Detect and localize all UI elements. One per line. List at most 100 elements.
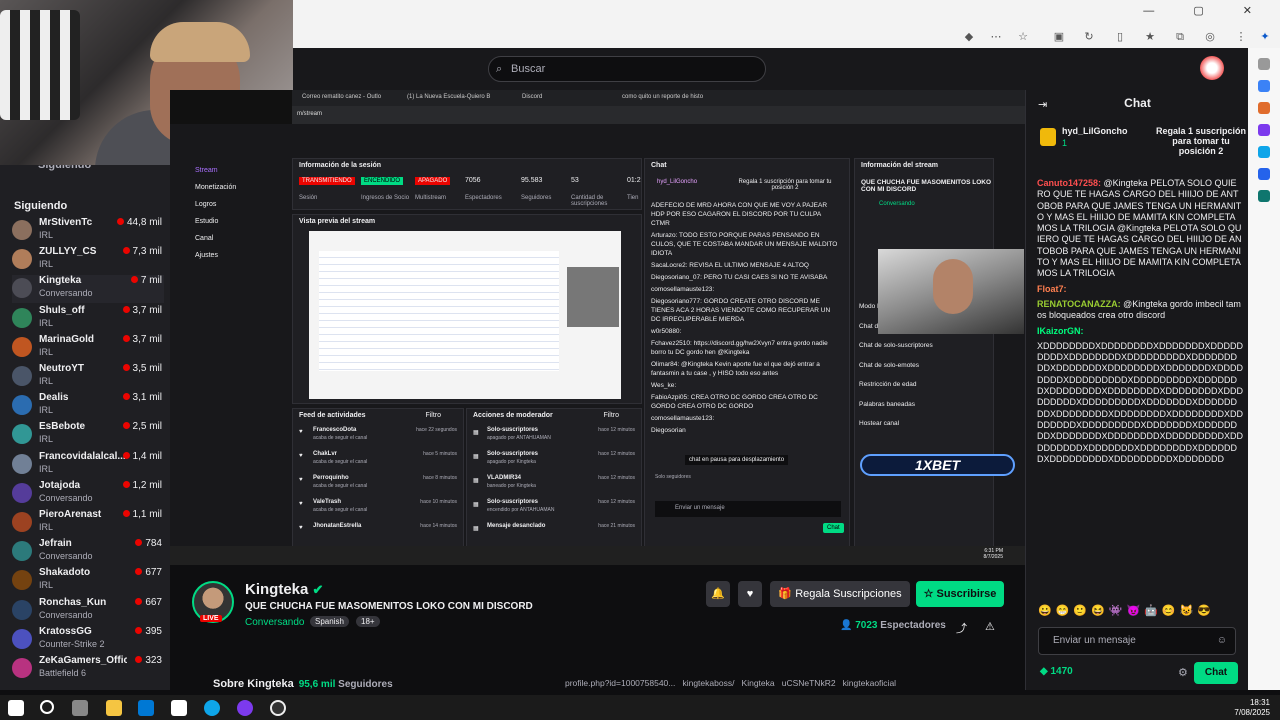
mod-filter[interactable]: Filtro [603,412,619,419]
store-icon[interactable] [138,700,154,716]
about-heading: Sobre Kingteka 95,6 mil Seguidores [213,678,393,690]
sidebar-channel[interactable]: MarinaGold IRL 3,7 mil [12,334,164,362]
sidebar-channel[interactable]: NeutroYT IRL 3,5 mil [12,363,164,391]
sidebar-channel[interactable]: Shakadoto IRL 677 [12,567,164,595]
youtube-link[interactable]: Kingteka [742,678,775,688]
instagram-link[interactable]: kingtekaboss/ [682,678,734,688]
share-icon[interactable]: ⤴ [956,620,967,636]
user-avatar[interactable] [1200,56,1224,80]
copilot-icon[interactable]: ◎ [1203,30,1217,44]
channel-points[interactable]: ◆ 1470 [1040,666,1073,677]
more-icon[interactable]: ⋯ [989,30,1003,44]
tag-language[interactable]: Spanish [310,616,349,627]
tiktok-link[interactable]: kingtekaoficial [843,678,896,688]
favorites-icon[interactable]: ★ [1143,30,1157,44]
mod-action-item[interactable]: ▦ VLADMIR34 baneado por Kingteka hace 12 mi… [471,475,639,499]
stream-category[interactable]: Conversando [245,617,304,628]
task-view-icon[interactable] [72,700,88,716]
feed-item[interactable]: ♥ ValeTrash acaba de seguir el canal hace 1… [297,499,461,523]
office-icon[interactable] [1258,190,1270,202]
mod-action-item[interactable]: ▦ Solo-suscriptores apagado por Kingteka ha… [471,451,639,475]
sidebar-channel[interactable]: Kingteka Conversando 7 mil [12,275,164,304]
mod-setting-item[interactable]: Hostear canal [859,414,991,434]
sidebar-channel[interactable]: Shuls_off IRL 3,7 mil [12,305,164,333]
dash-menu-item: Ajustes [195,252,218,259]
mail-icon[interactable] [171,700,187,716]
shopping-icon[interactable] [1258,102,1270,114]
sidebar-channel[interactable]: Dealis IRL 3,1 mil [12,392,164,420]
sidebar-channel[interactable]: ZULLYY_CS IRL 7,3 mil [12,246,164,274]
sidebar-channel[interactable]: KratossGG Counter-Strike 2 395 [12,626,164,654]
sidebar-channel[interactable]: PieroArenast IRL 1,1 mil [12,509,164,537]
sidebar-icon[interactable]: ▯ [1113,30,1127,44]
inner-chat-button[interactable]: Chat [823,523,844,533]
feed-filter[interactable]: Filtro [425,412,441,419]
outlook-icon[interactable] [1258,168,1270,180]
menu-icon[interactable]: ⋮ [1234,30,1248,44]
mod-setting-item[interactable]: Restricción de edad [859,375,991,395]
mod-setting-item[interactable]: Chat de solo-suscriptores [859,336,991,356]
app-icon[interactable] [270,700,286,716]
gift-subs-button[interactable]: 🎁 Regala Suscripciones [770,581,910,607]
search-icon[interactable] [40,700,54,714]
bing-icon[interactable] [1258,80,1270,92]
games-icon[interactable] [1258,146,1270,158]
channel-viewers: 395 [135,626,162,637]
facebook-link[interactable]: profile.php?id=1000758540... [565,678,675,688]
refresh-icon[interactable]: ↻ [1082,30,1096,44]
sidebar-channel[interactable]: Francovidalalcal... IRL 1,4 mil [12,451,164,479]
subscribe-button[interactable]: ☆ Suscribirse [916,581,1004,607]
extension-icon[interactable]: ◆ [962,30,976,44]
stream-video[interactable]: Correo rematito canez - Outlo (1) La Nue… [170,90,1025,565]
star-icon[interactable]: ☆ [1016,30,1030,44]
feed-item[interactable]: ♥ JhonatanEstrella hace 14 minutos [297,523,461,547]
feed-item[interactable]: ♥ FrancescoDota acaba de seguir el canal ha… [297,427,461,451]
emote-bar[interactable]: 😀😁🙂😆👾😈🤖😊😺😎 [1038,604,1243,620]
heart-icon[interactable]: ♥ [738,581,762,607]
tag-age[interactable]: 18+ [356,616,380,627]
window-controls[interactable]: — ▢ ✕ [1143,4,1270,17]
feed-item[interactable]: ♥ ChakLvr acaba de seguir el canal hace 5 m… [297,451,461,475]
edge-browser-icon[interactable] [204,700,220,716]
sidebar-channel[interactable]: ZeKaGamers_Official Battlefield 6 323 [12,655,164,683]
chat-username[interactable]: Canuto147258: [1037,178,1101,188]
discord-link[interactable]: uCSNeTNkR2 [782,678,836,688]
chat-paused-notice[interactable]: chat en pausa para desplazamiento [685,455,789,465]
chat-username[interactable]: IKaizorGN: [1037,326,1084,336]
mod-action-item[interactable]: ▦ Solo-suscriptores apagado por ANTAHUAMAN… [471,427,639,451]
collections-icon[interactable]: ⧉ [1173,30,1187,44]
feed-item[interactable]: ♥ Perroquinho acaba de seguir el canal hace… [297,475,461,499]
emoji-icon[interactable]: ☺ [1217,628,1227,654]
sidebar-channel[interactable]: Jotajoda Conversando 1,2 mil [12,480,164,508]
obs-icon[interactable] [237,700,253,716]
mod-action-item[interactable]: ▦ Solo-suscriptores encendido por ANTAHUAM… [471,499,639,523]
mod-action-item[interactable]: ▦ Mensaje desanclado hace 21 minutos [471,523,639,547]
edge-copilot-icon[interactable]: ✦ [1258,30,1272,44]
chat-settings-icon[interactable]: ⚙ [1178,666,1188,679]
sidebar-channel[interactable]: Jefrain Conversando 784 [12,538,164,566]
inner-chat-input[interactable]: Enviar un mensaje [655,501,841,517]
mod-setting-item[interactable]: Palabras baneadas [859,395,991,415]
inner-browser-tabs: Correo rematito canez - Outlo (1) La Nue… [292,90,1025,106]
report-icon[interactable]: ⚠ [985,620,995,633]
tools-icon[interactable] [1258,124,1270,136]
search-input[interactable]: ⌕ Buscar [488,56,766,82]
inner-chat-message: Diegosorian [651,427,686,434]
chat-send-button[interactable]: Chat [1194,662,1238,684]
channel-name[interactable]: Kingteka ✔ [245,581,323,598]
sidebar-channel[interactable]: Ronchas_Kun Conversando 667 [12,597,164,625]
chat-username[interactable]: RENATOCANAZZA: [1037,299,1121,309]
system-clock[interactable]: 18:31 7/08/2025 [1234,698,1270,718]
search-icon[interactable] [1258,58,1270,70]
chat-username[interactable]: Float7: [1037,284,1067,294]
sidebar-channel[interactable]: EsBebote IRL 2,5 mil [12,421,164,449]
split-icon[interactable]: ▣ [1052,30,1066,44]
channel-category: Conversando [39,551,93,562]
file-explorer-icon[interactable] [106,700,122,716]
mod-setting-item[interactable]: Chat de solo-emotes [859,356,991,376]
sidebar-channel[interactable]: MrStivenTc IRL 44,8 mil [12,217,164,245]
windows-start-icon[interactable] [8,700,24,716]
chat-input[interactable]: Enviar un mensaje ☺ [1038,627,1236,655]
notification-bell-icon[interactable]: 🔔 [706,581,730,607]
subscribe-label: Suscribirse [936,588,997,600]
